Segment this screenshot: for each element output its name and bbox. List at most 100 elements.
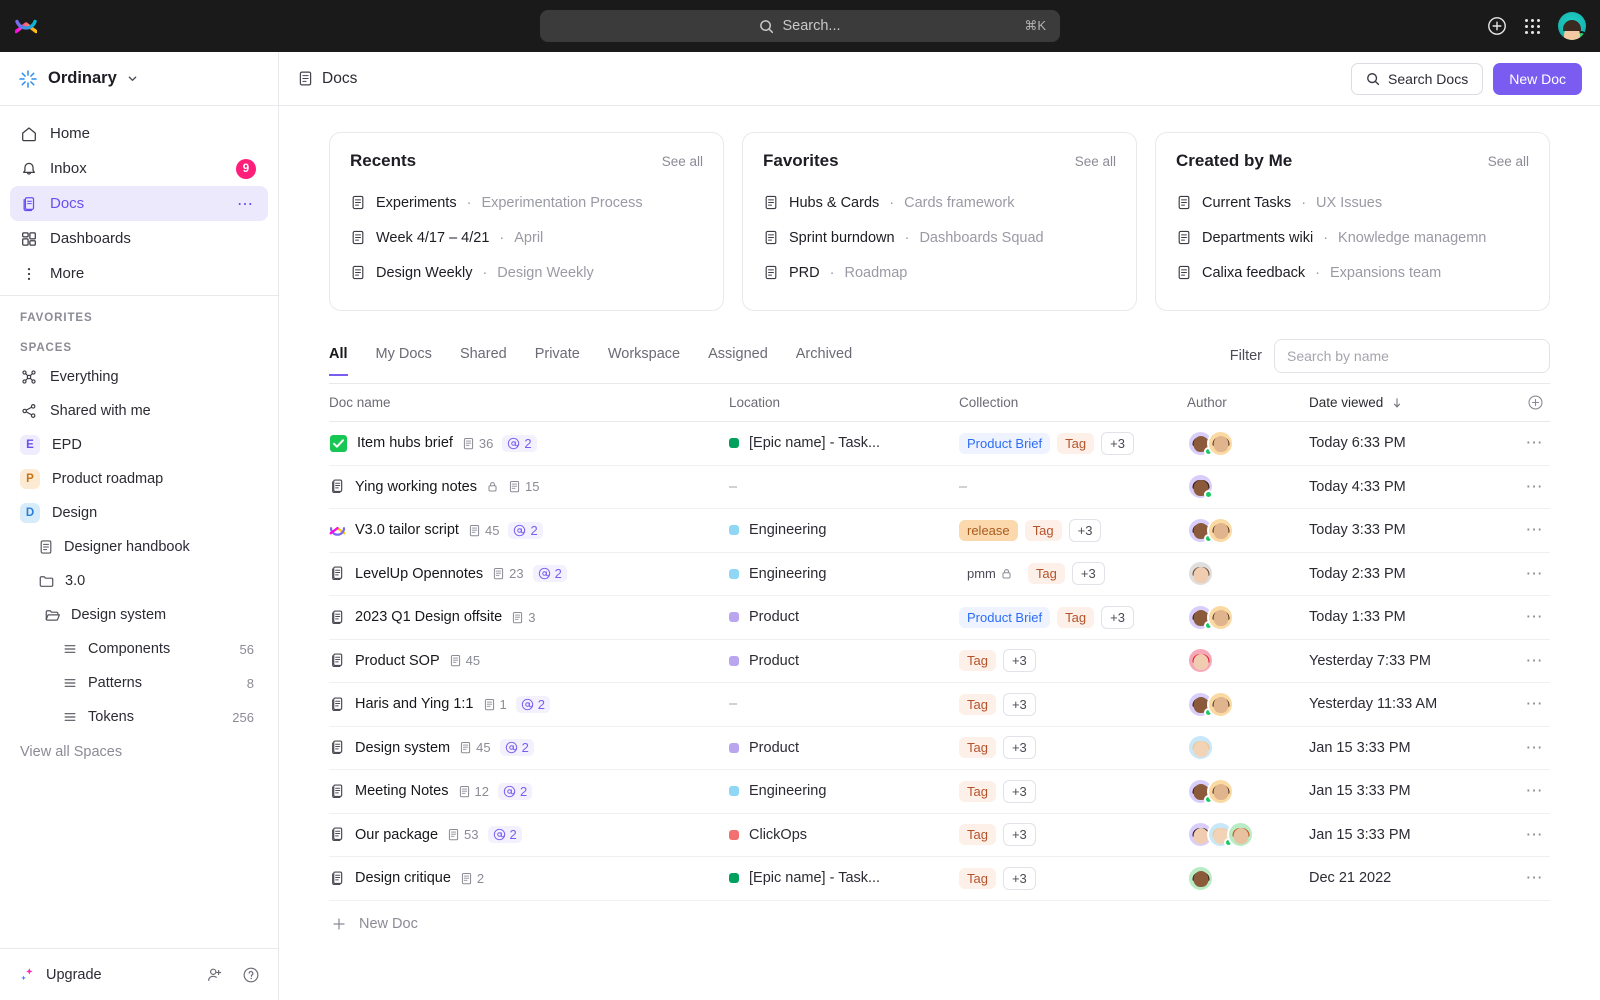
doc-title[interactable]: 2023 Q1 Design offsite xyxy=(355,609,502,625)
sidebar-item-shared-with-me[interactable]: Shared with me xyxy=(0,394,278,428)
sidebar-item-home[interactable]: Home xyxy=(10,116,268,151)
collection-chip[interactable]: Tag xyxy=(959,780,996,802)
new-doc-button[interactable]: New Doc xyxy=(1493,62,1582,95)
avatar[interactable] xyxy=(1227,821,1254,849)
tree-item-patterns[interactable]: Patterns 8 xyxy=(0,666,278,700)
sidebar-item-everything[interactable]: Everything xyxy=(0,360,278,394)
avatar[interactable] xyxy=(1207,690,1234,718)
card-row[interactable]: Sprint burndown · Dashboards Squad xyxy=(763,220,1116,255)
collection-chip[interactable]: +3 xyxy=(1002,649,1036,673)
location-label[interactable]: ClickOps xyxy=(749,827,807,843)
cell-doc-name[interactable]: Design critique 2 xyxy=(329,870,729,887)
table-row[interactable]: Meeting Notes 12 2 Engineering Tag +3 Jan 15 3… xyxy=(329,770,1550,814)
location-label[interactable]: Engineering xyxy=(749,522,826,538)
doc-title[interactable]: Our package xyxy=(355,827,438,843)
doc-title[interactable]: Product SOP xyxy=(355,653,440,669)
table-row[interactable]: LevelUp Opennotes 23 2 Engineering pmm Tag +3 T… xyxy=(329,553,1550,596)
docs-menu-icon[interactable]: ⋯ xyxy=(237,194,254,214)
search-docs-button[interactable]: Search Docs xyxy=(1351,62,1484,95)
cell-collection[interactable]: Tag +3 xyxy=(959,866,1187,890)
card-row[interactable]: Current Tasks · UX Issues xyxy=(1176,185,1529,220)
card-row[interactable]: Week 4/17 – 4/21 · April xyxy=(350,220,703,255)
collection-chip[interactable]: Tag xyxy=(959,693,996,715)
cell-location[interactable]: Product xyxy=(729,740,959,756)
see-all-link[interactable]: See all xyxy=(1075,154,1116,169)
cell-location[interactable]: Engineering xyxy=(729,783,959,799)
collection-chip[interactable]: Product Brief xyxy=(959,606,1051,628)
cell-collection[interactable]: Tag +3 xyxy=(959,736,1187,760)
collection-chip[interactable]: +3 xyxy=(1101,431,1134,455)
tree-item-design-system[interactable]: Design system xyxy=(0,598,278,632)
doc-title[interactable]: Haris and Ying 1:1 xyxy=(355,696,474,712)
card-row[interactable]: Hubs & Cards · Cards framework xyxy=(763,185,1116,220)
table-row[interactable]: Design critique 2 [Epic name] - Task... Tag… xyxy=(329,857,1550,901)
table-row[interactable]: V3.0 tailor script 45 2 Engineering release T… xyxy=(329,509,1550,553)
table-row[interactable]: Design system 45 2 Product Tag +3 Jan 15 3:33 … xyxy=(329,727,1550,770)
row-menu-button[interactable]: ⋯ xyxy=(1499,738,1550,758)
new-doc-row[interactable]: New Doc xyxy=(329,901,1550,947)
clickup-logo-icon[interactable] xyxy=(0,14,52,38)
cell-location[interactable]: Product xyxy=(729,609,959,625)
row-menu-button[interactable]: ⋯ xyxy=(1499,607,1550,627)
help-circle-icon[interactable] xyxy=(242,966,260,984)
collection-chip[interactable]: +3 xyxy=(1002,692,1036,716)
location-label[interactable]: Engineering xyxy=(749,566,826,582)
avatar[interactable] xyxy=(1187,647,1214,675)
global-search-bar[interactable]: Search... ⌘K xyxy=(540,10,1060,42)
avatar[interactable] xyxy=(1558,12,1586,40)
collection-chip[interactable]: Tag xyxy=(1027,563,1065,585)
row-menu-button[interactable]: ⋯ xyxy=(1499,868,1550,888)
collection-chip[interactable]: +3 xyxy=(1002,823,1036,847)
avatar[interactable] xyxy=(1187,473,1214,501)
cell-collection[interactable]: pmm Tag +3 xyxy=(959,562,1187,586)
collection-chip[interactable]: pmm xyxy=(959,563,1021,585)
cell-location[interactable]: – xyxy=(729,696,959,712)
collection-chip[interactable]: +3 xyxy=(1002,866,1036,890)
row-menu-button[interactable]: ⋯ xyxy=(1499,564,1550,584)
table-row[interactable]: Item hubs brief 36 2 [Epic name] - Task... P… xyxy=(329,422,1550,466)
card-row[interactable]: Calixa feedback · Expansions team xyxy=(1176,255,1529,290)
column-header-author[interactable]: Author xyxy=(1187,395,1309,410)
cell-doc-name[interactable]: Our package 53 2 xyxy=(329,826,729,844)
sidebar-item-more[interactable]: More xyxy=(10,256,268,291)
sidebar-item-product-roadmap[interactable]: P Product roadmap xyxy=(0,462,278,496)
tree-item-3-0[interactable]: 3.0 xyxy=(0,564,278,598)
table-row[interactable]: Product SOP 45 Product Tag +3 Yesterday 7:33 … xyxy=(329,640,1550,683)
workspace-switcher[interactable]: Ordinary xyxy=(0,52,278,106)
cell-doc-name[interactable]: Haris and Ying 1:1 1 2 xyxy=(329,695,729,713)
cell-doc-name[interactable]: Product SOP 45 xyxy=(329,652,729,669)
doc-title[interactable]: Design critique xyxy=(355,870,451,886)
collection-chip[interactable]: +3 xyxy=(1068,518,1102,542)
table-row[interactable]: 2023 Q1 Design offsite 3 Product Product Br… xyxy=(329,596,1550,640)
sidebar-item-design[interactable]: D Design xyxy=(0,496,278,530)
collection-chip[interactable]: +3 xyxy=(1002,736,1036,760)
cell-location[interactable]: [Epic name] - Task... xyxy=(729,435,959,451)
avatar[interactable] xyxy=(1187,560,1214,588)
cell-doc-name[interactable]: Design system 45 2 xyxy=(329,739,729,757)
cell-collection[interactable]: Tag +3 xyxy=(959,649,1187,673)
view-all-spaces-link[interactable]: View all Spaces xyxy=(0,734,278,770)
cell-doc-name[interactable]: Ying working notes 15 xyxy=(329,478,729,495)
collection-chip[interactable]: Tag xyxy=(1057,606,1095,628)
sidebar-item-inbox[interactable]: Inbox 9 xyxy=(10,151,268,186)
cell-collection[interactable]: Tag +3 xyxy=(959,779,1187,803)
tree-item-designer-handbook[interactable]: Designer handbook xyxy=(0,530,278,564)
tree-item-components[interactable]: Components 56 xyxy=(0,632,278,666)
cell-doc-name[interactable]: V3.0 tailor script 45 2 xyxy=(329,521,729,539)
cell-collection[interactable]: Product Brief Tag +3 xyxy=(959,605,1187,629)
table-row[interactable]: Our package 53 2 ClickOps Tag +3 Jan 15 3:33 P… xyxy=(329,814,1550,857)
add-column-button[interactable] xyxy=(1499,394,1550,411)
user-plus-icon[interactable] xyxy=(206,966,224,984)
see-all-link[interactable]: See all xyxy=(1488,154,1529,169)
table-row[interactable]: Ying working notes 15 – – Today 4:33 PM ⋯ xyxy=(329,466,1550,509)
cell-doc-name[interactable]: LevelUp Opennotes 23 2 xyxy=(329,565,729,583)
cell-doc-name[interactable]: Item hubs brief 36 2 xyxy=(329,434,729,453)
cell-location[interactable]: [Epic name] - Task... xyxy=(729,870,959,886)
avatar[interactable] xyxy=(1187,864,1214,892)
row-menu-button[interactable]: ⋯ xyxy=(1499,825,1550,845)
sidebar-item-docs[interactable]: Docs ⋯ xyxy=(10,186,268,221)
collection-chip[interactable]: Tag xyxy=(959,737,996,759)
cell-collection[interactable]: Product Brief Tag +3 xyxy=(959,431,1187,455)
row-menu-button[interactable]: ⋯ xyxy=(1499,781,1550,801)
tab-shared[interactable]: Shared xyxy=(460,346,507,376)
